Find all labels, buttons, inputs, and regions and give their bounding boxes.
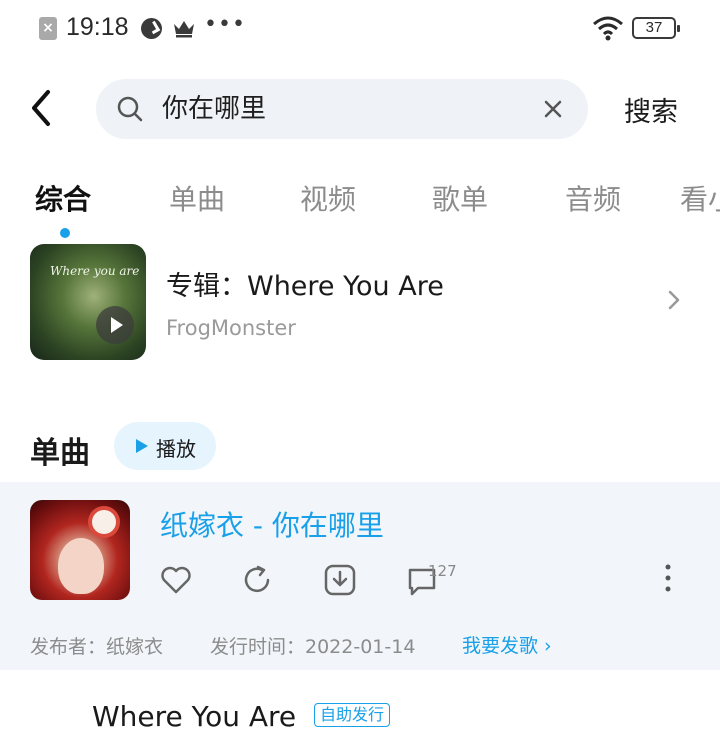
tab-comprehensive[interactable]: 综合: [35, 178, 91, 218]
battery-icon: 37: [632, 17, 680, 39]
more-options-icon[interactable]: [660, 562, 676, 594]
song-cover-flower: [92, 510, 116, 534]
tab-audio[interactable]: 音频: [565, 178, 621, 218]
release-song-link[interactable]: 我要发歌 ›: [462, 631, 552, 658]
song-release-date: 发行时间：2022-01-14: [210, 636, 416, 658]
song-cover-face: [58, 538, 104, 594]
chevron-right-icon[interactable]: [666, 289, 682, 311]
song-card[interactable]: 纸嫁衣 - 你在哪里 127 发布者：纸嫁衣 发行时间：2022-01-14 我…: [0, 482, 720, 670]
notification-x-icon: ×: [39, 17, 57, 40]
back-arrow-icon[interactable]: [24, 86, 60, 130]
crown-icon: [174, 21, 194, 38]
song-title[interactable]: 纸嫁衣 - 你在哪里: [160, 504, 384, 544]
play-icon[interactable]: [96, 306, 134, 344]
tab-singles[interactable]: 单曲: [169, 178, 225, 218]
song-publisher[interactable]: 发布者：纸嫁衣: [30, 632, 163, 659]
search-box[interactable]: 你在哪里: [96, 79, 588, 139]
app-notification-icon: [141, 18, 162, 39]
battery-level: 37: [645, 19, 663, 36]
song-cover[interactable]: [30, 500, 130, 600]
search-icon: [117, 96, 143, 122]
tab-videos[interactable]: 视频: [300, 178, 356, 218]
result-type-tabs: 综合 单曲 视频 歌单 音频 看小: [0, 178, 720, 238]
play-triangle-icon: [136, 439, 148, 453]
share-icon[interactable]: [240, 562, 276, 598]
tab-playlists[interactable]: 歌单: [432, 178, 488, 218]
album-title[interactable]: 专辑：Where You Are: [166, 264, 444, 303]
search-submit-button[interactable]: 搜索: [624, 90, 678, 129]
play-all-button[interactable]: 播放: [114, 422, 216, 470]
tab-more[interactable]: 看小: [680, 178, 720, 218]
status-bar: × 19:18 ••• 37: [0, 0, 720, 58]
album-artist[interactable]: FrogMonster: [166, 316, 296, 340]
play-all-label: 播放: [156, 437, 196, 461]
album-cover[interactable]: Where you are: [30, 244, 146, 360]
next-song-title[interactable]: Where You Are: [92, 700, 296, 733]
search-input[interactable]: 你在哪里: [162, 79, 266, 139]
status-time: 19:18: [66, 13, 129, 41]
download-icon[interactable]: [322, 562, 358, 598]
self-release-badge: 自助发行: [314, 703, 391, 727]
active-tab-indicator: [60, 228, 70, 238]
album-cover-text: Where you are: [50, 264, 140, 278]
wifi-icon: [593, 16, 623, 41]
like-heart-icon[interactable]: [158, 562, 194, 598]
comment-count: 127: [428, 562, 457, 580]
more-notifications-icon: •••: [204, 12, 246, 37]
clear-search-icon[interactable]: [542, 98, 564, 120]
singles-section-title: 单曲: [30, 436, 90, 471]
